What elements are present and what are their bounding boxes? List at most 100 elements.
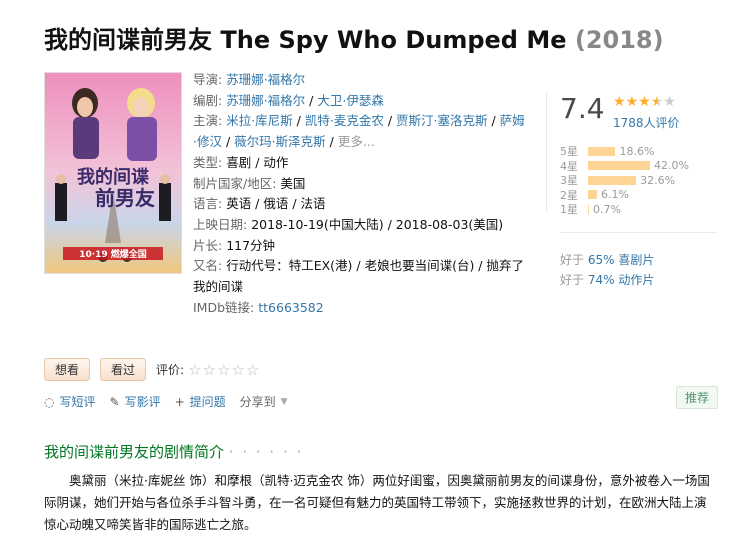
rating-bar — [588, 204, 590, 214]
language-label: 语言: — [193, 196, 223, 212]
pencil-icon: ✎ — [109, 394, 120, 409]
better-than: 好于 65% 喜剧片 好于 74% 动作片 — [560, 250, 654, 290]
cast-link-3[interactable]: 贾斯汀·塞洛克斯 — [396, 113, 487, 128]
release-label: 上映日期: — [193, 216, 248, 232]
recommend-button[interactable]: 推荐 — [676, 386, 719, 409]
language-value: 英语 / 俄语 / 法语 — [226, 196, 326, 212]
comment-icon: ◌ — [44, 394, 55, 409]
rating-divider-bottom — [560, 232, 717, 233]
poster-image: 我的间谍 前男友 10·19 燃爆全国 — [45, 73, 181, 273]
share-label: 分享到 — [239, 395, 276, 409]
star-icon: ★ — [638, 94, 651, 110]
write-short-button[interactable]: ◌ 写短评 — [44, 393, 96, 410]
rating-stars: ★★★★★ — [613, 94, 676, 110]
better-prefix: 好于 — [560, 253, 585, 267]
imdb-link[interactable]: tt6663582 — [258, 300, 323, 315]
write-review-button[interactable]: ✎ 写影评 — [110, 393, 161, 410]
director-label: 导演: — [193, 72, 223, 87]
ask-button[interactable]: + 提问题 — [175, 393, 226, 410]
country-label: 制片国家/地区: — [193, 175, 277, 191]
poster-title-1: 我的间谍 — [77, 166, 149, 188]
rating-divider — [546, 92, 547, 212]
aka-label: 又名: — [193, 258, 223, 274]
caret-down-icon: ▼ — [280, 396, 288, 407]
director-row: 导演: 苏珊娜·福格尔 — [193, 70, 528, 91]
genre-2: 动作 — [263, 154, 289, 170]
runtime-value: 117分钟 — [226, 237, 276, 253]
rating-bar-percent: 32.6% — [640, 173, 676, 187]
rating-bar-row: 5星 18.6% — [560, 144, 689, 159]
cast-label: 主演: — [193, 113, 223, 129]
cast-link-2[interactable]: 凯特·麦克金农 — [305, 113, 384, 128]
rating-bar — [588, 190, 597, 200]
plus-icon: + — [174, 394, 185, 409]
cast-link-5[interactable]: 薇尔玛·斯泽克斯 — [234, 134, 325, 149]
rating-bar-percent: 42.0% — [654, 159, 689, 173]
seen-button[interactable]: 看过 — [100, 358, 147, 381]
rating-bar-percent: 18.6% — [619, 144, 655, 158]
country-value: 美国 — [280, 175, 306, 191]
want-button[interactable]: 想看 — [44, 358, 91, 381]
better-link-comedy[interactable]: 65% 喜剧片 — [588, 253, 655, 267]
title-cn: 我的间谍前男友 — [44, 26, 212, 54]
writer-link-1[interactable]: 苏珊娜·福格尔 — [226, 93, 305, 108]
genre-row: 类型: 喜剧 / 动作 — [193, 154, 289, 170]
cast-more-link[interactable]: 更多... — [338, 134, 375, 149]
rating-bar-percent: 0.7% — [593, 202, 621, 216]
genre-1: 喜剧 — [226, 154, 252, 170]
imdb-row: IMDb链接: tt6663582 — [193, 298, 528, 319]
rating-bar-row: 3星 32.6% — [560, 173, 689, 188]
rating-bar — [588, 175, 637, 185]
writer-label: 编剧: — [193, 92, 223, 108]
rating-bar-row: 4星 42.0% — [560, 159, 689, 174]
language-row: 语言: 英语 / 俄语 / 法语 — [193, 194, 528, 215]
rating-votes-link[interactable]: 1788人评价 — [613, 114, 680, 131]
title-year: (2018) — [574, 26, 664, 54]
rating-score: 7.4 — [560, 92, 605, 125]
release-value: 2018-10-19(中国大陆) / 2018-08-03(美国) — [251, 216, 504, 232]
better-prefix: 好于 — [560, 273, 585, 287]
rating-bar-row: 2星 6.1% — [560, 188, 689, 203]
tools-bar: ◌ 写短评 ✎ 写影评 + 提问题 分享到 ▼ — [44, 393, 288, 410]
country-row: 制片国家/地区: 美国 — [193, 174, 528, 195]
movie-poster[interactable]: 我的间谍 前男友 10·19 燃爆全国 — [44, 72, 182, 274]
star-icon: ★ — [613, 94, 626, 110]
cast-link-1[interactable]: 米拉·库尼斯 — [226, 113, 292, 128]
user-actions: 想看 看过 评价: ☆☆☆☆☆ — [44, 358, 260, 381]
cast-row: 主演: 米拉·库尼斯 / 凯特·麦克金农 / 贾斯汀·塞洛克斯 / 萨姆·修汉 … — [193, 113, 525, 150]
page-title: 我的间谍前男友 The Spy Who Dumped Me (2018) — [44, 20, 664, 55]
release-row: 上映日期: 2018-10-19(中国大陆) / 2018-08-03(美国) — [193, 215, 528, 236]
rate-label: 评价: — [156, 363, 185, 377]
rating-bar — [588, 161, 650, 171]
better-link-action[interactable]: 74% 动作片 — [588, 273, 655, 287]
aka-row: 又名: 行动代号：特工EX(港) / 老娘也要当间谍(台) / 抛弃了我的间谍 — [193, 256, 528, 297]
star-icon: ★ — [625, 94, 639, 110]
rating-bars: 5星 18.6% 4星 42.0% 3星 32.6% 2星 6.1% 1星 0.7% — [560, 144, 689, 217]
runtime-label: 片长: — [193, 237, 223, 253]
rating-bar — [588, 146, 616, 156]
ask-label: 提问题 — [189, 395, 226, 409]
better-than-2: 好于 74% 动作片 — [560, 270, 654, 290]
runtime-row: 片长: 117分钟 — [193, 236, 528, 257]
synopsis-title-text: 我的间谍前男友的剧情简介 — [44, 443, 225, 461]
writer-row: 编剧: 苏珊娜·福格尔 / 大卫·伊瑟森 — [193, 92, 384, 108]
share-button[interactable]: 分享到 ▼ — [240, 393, 288, 410]
synopsis-title: 我的间谍前男友的剧情简介 · · · · · · — [44, 441, 303, 462]
poster-date: 10·19 燃爆全国 — [79, 248, 147, 260]
synopsis-dots: · · · · · · — [228, 443, 304, 461]
poster-title-2: 前男友 — [95, 186, 155, 210]
write-review-label: 写影评 — [124, 395, 161, 409]
aka-value: 行动代号：特工EX(港) / 老娘也要当间谍(台) / 抛弃了我的间谍 — [193, 258, 524, 295]
title-en: The Spy Who Dumped Me — [220, 26, 567, 54]
rating-bar-percent: 6.1% — [601, 188, 629, 202]
write-short-label: 写短评 — [59, 395, 96, 409]
rating-bar-row: 1星 0.7% — [560, 202, 689, 217]
writer-link-2[interactable]: 大卫·伊瑟森 — [317, 93, 383, 108]
genre-label: 类型: — [193, 154, 223, 170]
half-star-icon: ★ — [650, 94, 664, 110]
better-than-1: 好于 65% 喜剧片 — [560, 250, 654, 270]
star-empty-icon: ★ — [663, 94, 676, 110]
director-link[interactable]: 苏珊娜·福格尔 — [226, 72, 305, 87]
movie-info: 导演: 苏珊娜·福格尔 编剧: 苏珊娜·福格尔 / 大卫·伊瑟森 主演: 米拉·… — [193, 70, 528, 318]
rate-stars[interactable]: ☆☆☆☆☆ — [188, 361, 260, 379]
